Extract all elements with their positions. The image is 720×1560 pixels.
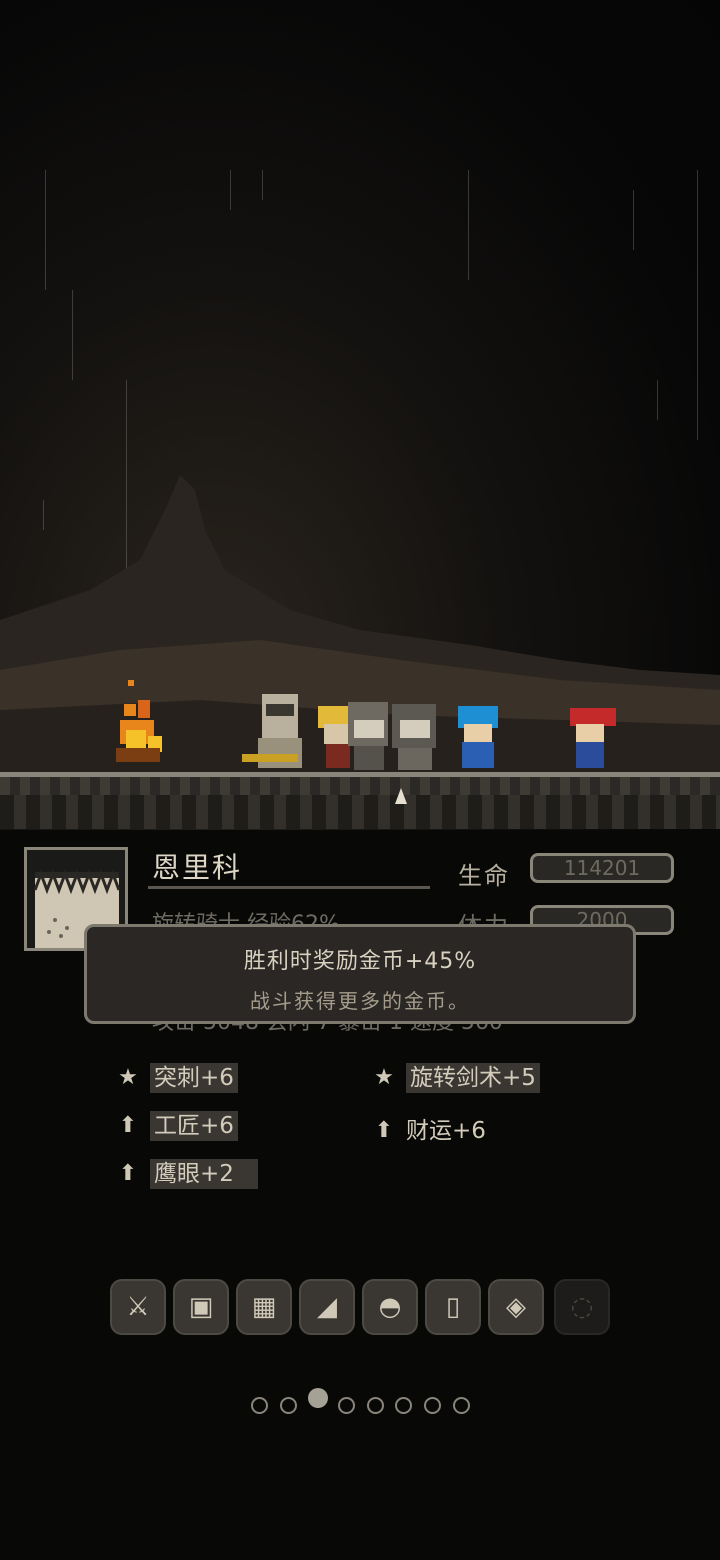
page-dot[interactable] xyxy=(395,1397,412,1414)
hp-label: 生命 xyxy=(458,862,510,890)
rain-streak xyxy=(72,290,73,380)
rain-streak xyxy=(633,190,634,250)
character-red-cap xyxy=(570,708,616,768)
character-knight xyxy=(242,694,302,768)
slot-helmet[interactable]: ◓ xyxy=(362,1279,418,1335)
page-dot-active[interactable] xyxy=(308,1388,328,1408)
rain-streak xyxy=(657,380,658,420)
slot-sword[interactable]: ⚔ xyxy=(110,1279,166,1335)
shield-icon: ▯ xyxy=(445,1292,461,1322)
character-gray-2 xyxy=(392,704,436,770)
star-icon: ★ xyxy=(118,1065,138,1090)
character-gray-1 xyxy=(348,702,388,770)
game-scene xyxy=(0,0,720,830)
locked-slot-icon: ◌ xyxy=(570,1292,594,1322)
skill-label: 工匠+6 xyxy=(150,1111,238,1141)
skill-label: 突刺+6 xyxy=(150,1063,238,1093)
up-arrow-icon: ⬆ xyxy=(118,1113,138,1138)
skill-item[interactable]: ⬆ 鹰眼+2 xyxy=(114,1159,258,1189)
skill-item[interactable]: ★ 突刺+6 xyxy=(114,1063,238,1093)
tooltip-title: 胜利时奖励金币+45% xyxy=(243,949,477,974)
slot-chestplate[interactable]: ▦ xyxy=(236,1279,292,1335)
skill-item[interactable]: ★ 旋转剑术+5 xyxy=(370,1063,540,1093)
ring-icon: ◈ xyxy=(506,1292,526,1322)
page-dot[interactable] xyxy=(424,1397,441,1414)
skill-label: 财运+6 xyxy=(406,1118,486,1144)
hp-value-box: 114201 xyxy=(530,853,674,883)
page-dot[interactable] xyxy=(367,1397,384,1414)
slot-boots[interactable]: ◢ xyxy=(299,1279,355,1335)
hero-party xyxy=(242,694,616,770)
rain-streak xyxy=(262,170,263,200)
sword-icon: ⚔ xyxy=(126,1292,150,1322)
helmet-icon: ◓ xyxy=(378,1292,402,1322)
slot-locked[interactable]: ◌ xyxy=(554,1279,610,1335)
slot-ring[interactable]: ◈ xyxy=(488,1279,544,1335)
rain-streak xyxy=(230,170,231,210)
boots-icon: ◢ xyxy=(317,1292,337,1322)
page-dot[interactable] xyxy=(280,1397,297,1414)
skill-item[interactable]: ⬆ 工匠+6 xyxy=(114,1111,238,1141)
character-blue xyxy=(458,706,498,768)
skill-label: 旋转剑术+5 xyxy=(406,1063,540,1093)
page-dot[interactable] xyxy=(338,1397,355,1414)
page-dot[interactable] xyxy=(251,1397,268,1414)
campfire xyxy=(116,680,162,762)
rain-streak xyxy=(468,170,469,280)
star-icon: ★ xyxy=(374,1065,394,1090)
page-dot[interactable] xyxy=(453,1397,470,1414)
chestplate-icon: ▦ xyxy=(251,1292,277,1322)
stone-ground xyxy=(0,772,720,829)
rain-streak xyxy=(45,170,46,290)
armor-icon: ▣ xyxy=(188,1292,214,1322)
rain-streak xyxy=(697,170,698,440)
character-blonde xyxy=(318,706,352,768)
skill-label: 鹰眼+2 xyxy=(150,1159,258,1189)
slot-armor[interactable]: ▣ xyxy=(173,1279,229,1335)
perk-tooltip: 胜利时奖励金币+45% 战斗获得更多的金币。 xyxy=(84,924,636,1024)
divider xyxy=(148,886,430,889)
tooltip-description: 战斗获得更多的金币。 xyxy=(250,989,470,1013)
up-arrow-icon: ⬆ xyxy=(374,1118,394,1143)
up-arrow-icon: ⬆ xyxy=(118,1161,138,1186)
selection-marker-icon xyxy=(395,788,407,804)
skill-item[interactable]: ⬆ 财运+6 xyxy=(370,1116,486,1146)
slot-shield[interactable]: ▯ xyxy=(425,1279,481,1335)
hero-name: 恩里科 xyxy=(152,851,243,884)
